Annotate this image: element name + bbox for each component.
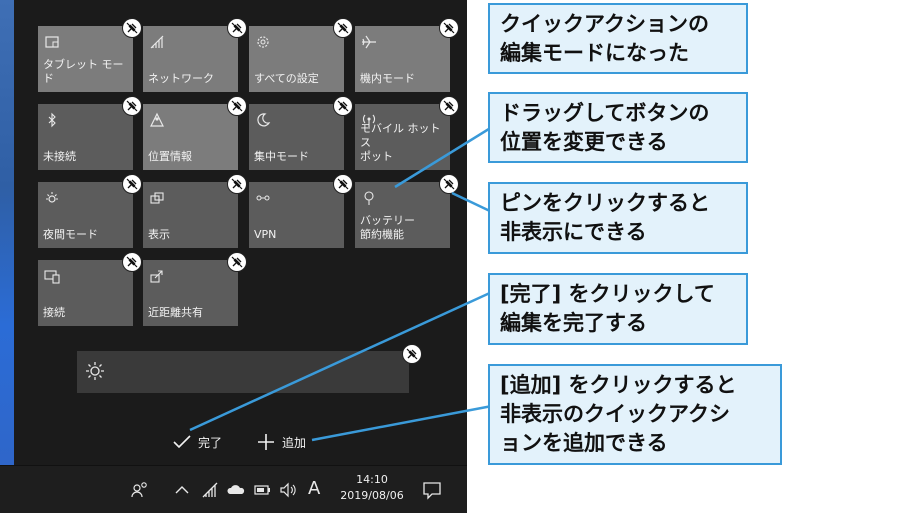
- arrow-drag: [394, 125, 493, 189]
- callout-drag: ドラッグしてボタンの 位置を変更できる: [488, 92, 748, 163]
- arrow-done: [189, 290, 493, 432]
- callout-done: [完了] をクリックして 編集を完了する: [488, 273, 748, 345]
- callout-pin: ピンをクリックすると 非表示にできる: [488, 182, 748, 254]
- callout-add: [追加] をクリックすると 非表示のクイックアクシ ョンを追加できる: [488, 364, 782, 465]
- arrow-add: [311, 404, 493, 442]
- callout-edit-mode: クイックアクションの 編集モードになった: [488, 3, 748, 74]
- arrow-pin: [451, 191, 493, 214]
